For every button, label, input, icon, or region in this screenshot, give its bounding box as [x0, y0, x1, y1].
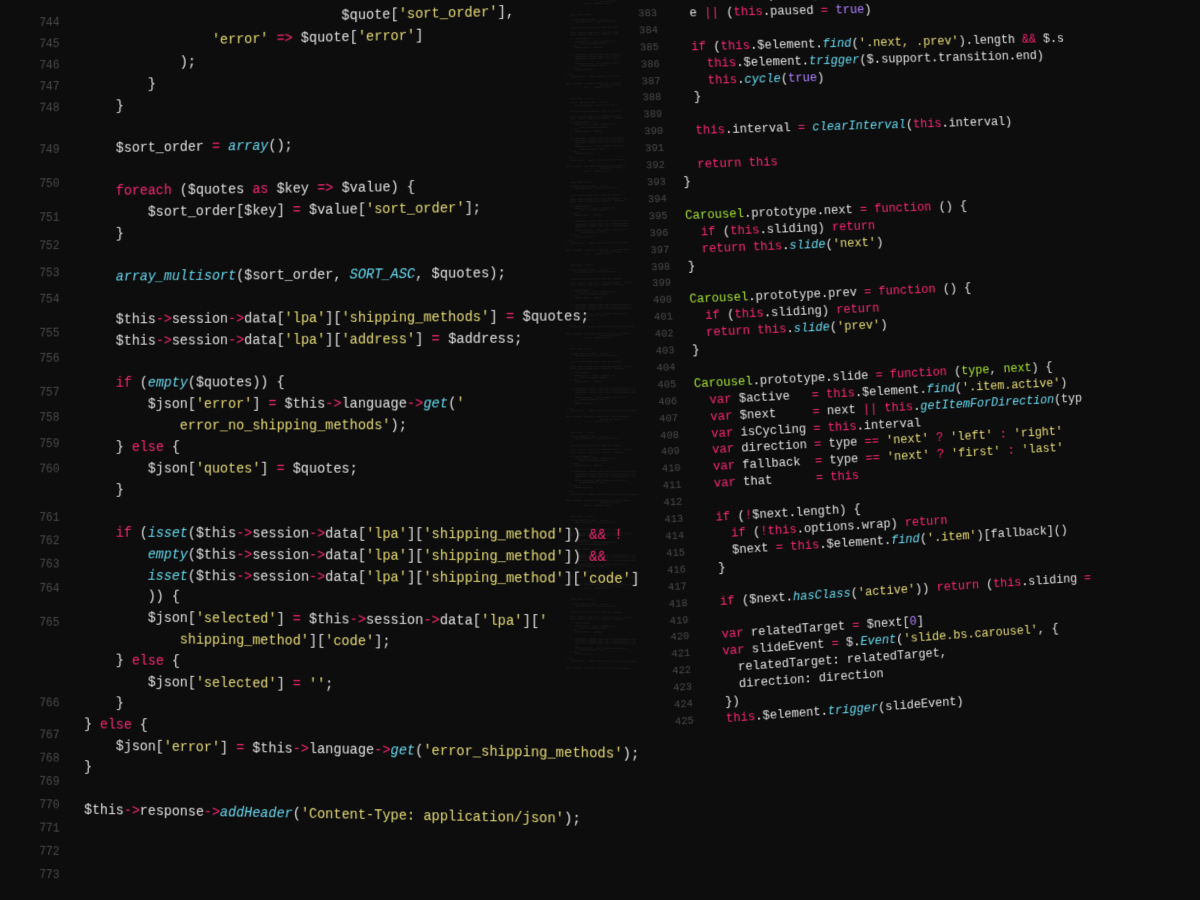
editor-pane-left[interactable]: 7447457467477487497507517527537547557567… [20, 0, 640, 900]
code-content-left[interactable]: $quote['sort_order'], 'error' => $quote[… [84, 0, 639, 832]
editor-pane-right[interactable]: 3823833843853863873883893903913923933943… [616, 0, 1193, 889]
code-content-right[interactable]: .prototype.pause = function (e) { e || (… [673, 0, 1097, 729]
line-number-gutter-left: 7447457467477487497507517527537547557567… [20, 13, 71, 887]
